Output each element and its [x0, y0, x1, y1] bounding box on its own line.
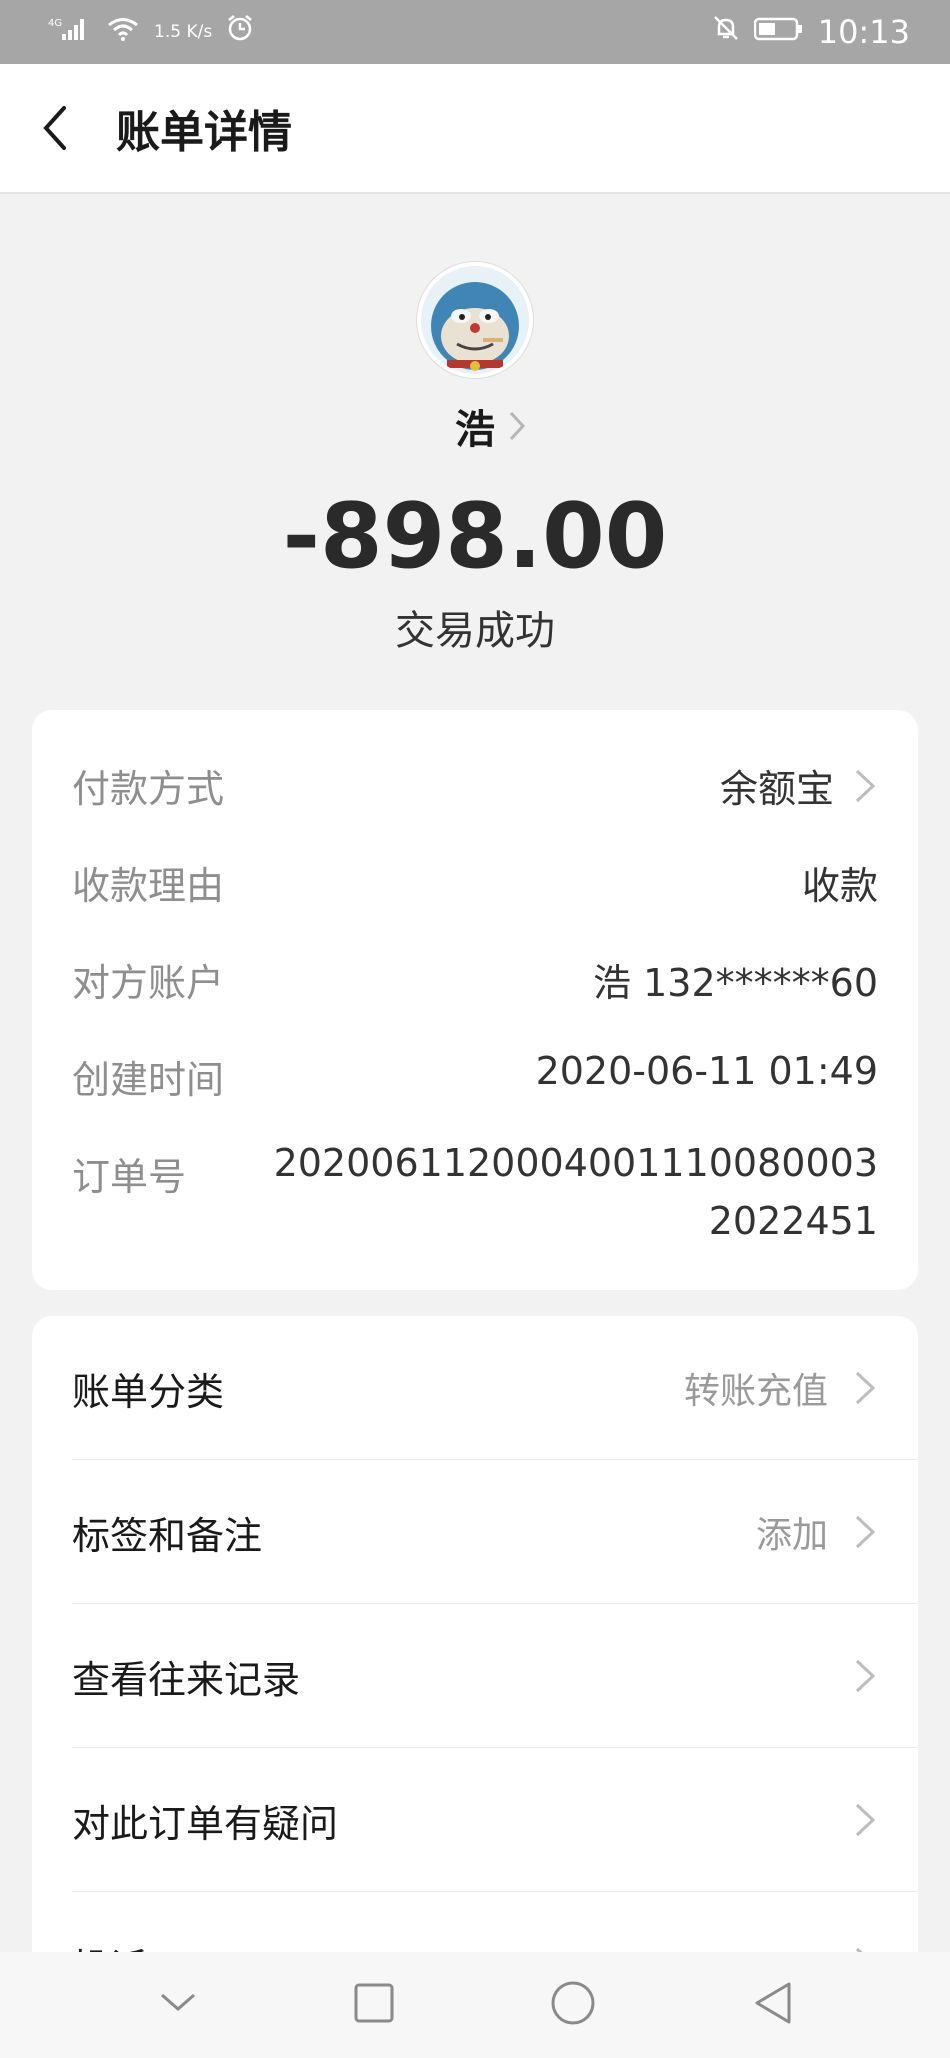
- page-title: 账单详情: [116, 107, 292, 158]
- battery-icon: [753, 15, 804, 50]
- order-number: 20200611200040011100800032022451: [273, 1141, 878, 1243]
- detail-row-reason: 收款理由 收款: [32, 843, 918, 940]
- detail-value: 2020-06-11 01:49: [535, 1049, 878, 1093]
- transaction-status: 交易成功: [395, 608, 555, 654]
- nav-bar: 账单详情: [0, 64, 950, 194]
- clock: 10:13: [817, 13, 910, 51]
- menu-label: 账单分类: [72, 1369, 225, 1414]
- back-button[interactable]: [0, 63, 110, 193]
- transaction-amount: -898.00: [282, 484, 668, 589]
- chevron-right-icon: [855, 1659, 876, 1693]
- detail-row-order-number: 订单号 20200611200040011100800032022451: [32, 1134, 918, 1294]
- detail-label: 收款理由: [72, 864, 225, 908]
- menu-item-history[interactable]: 查看往来记录: [32, 1604, 918, 1748]
- detail-value: 浩 132******60: [593, 961, 878, 1005]
- status-left: 4G 1.5 K/s: [48, 14, 254, 50]
- status-bar: 4G 1.5 K/s 10:13: [0, 0, 950, 64]
- avatar[interactable]: [417, 262, 533, 378]
- menu-label: 标签和备注: [72, 1513, 263, 1558]
- chevron-right-icon: [855, 1371, 876, 1405]
- payee-summary: 浩 -898.00 交易成功: [0, 262, 950, 656]
- detail-value: 余额宝: [719, 767, 834, 811]
- menu-value: 添加: [755, 1515, 828, 1556]
- chevron-right-icon: [495, 398, 539, 454]
- svg-text:4G: 4G: [48, 18, 62, 29]
- menu-label: 查看往来记录: [72, 1657, 301, 1702]
- menu-item-tags-notes[interactable]: 标签和备注 添加: [32, 1460, 918, 1604]
- avatar-image: [421, 266, 529, 374]
- detail-row-created-time: 创建时间 2020-06-11 01:49: [32, 1037, 918, 1134]
- menu-label: 对此订单有疑问: [72, 1801, 339, 1846]
- system-nav-bar: [0, 1952, 950, 2058]
- detail-row-payment-method[interactable]: 付款方式 余额宝: [32, 746, 918, 843]
- back-triangle-icon[interactable]: [751, 1980, 793, 2030]
- detail-label: 创建时间: [72, 1058, 225, 1102]
- back-arrow-icon: [43, 106, 66, 150]
- payee-name: 浩: [455, 407, 495, 453]
- detail-label: 订单号: [72, 1155, 187, 1199]
- alarm-icon: [226, 14, 254, 50]
- wifi-icon: [106, 15, 140, 50]
- payee-name-row[interactable]: 浩: [0, 398, 950, 454]
- chevron-right-icon: [855, 1515, 876, 1549]
- collapse-down-icon[interactable]: [158, 1991, 198, 2019]
- menu-item-bill-category[interactable]: 账单分类 转账充值: [32, 1316, 918, 1460]
- menu-item-order-question[interactable]: 对此订单有疑问: [32, 1748, 918, 1892]
- mute-icon: [712, 14, 740, 50]
- network-speed: 1.5 K/s: [154, 21, 213, 42]
- detail-value: 收款: [801, 864, 878, 908]
- home-circle-icon[interactable]: [550, 1980, 596, 2030]
- signal-icon: 4G: [48, 15, 92, 50]
- actions-card: 账单分类 转账充值 标签和备注 添加 查看往来记录 对此订单有疑问 投诉: [32, 1316, 918, 1996]
- detail-label: 对方账户: [72, 961, 225, 1005]
- menu-value: 转账充值: [683, 1371, 828, 1412]
- chevron-right-icon: [855, 769, 876, 802]
- detail-row-counterparty: 对方账户 浩 132******60: [32, 940, 918, 1037]
- status-right: 10:13: [712, 13, 910, 51]
- chevron-right-icon: [855, 1803, 876, 1837]
- details-card: 付款方式 余额宝 收款理由 收款 对方账户 浩 132******60 创建时间…: [32, 710, 918, 1290]
- detail-label: 付款方式: [72, 767, 225, 811]
- recents-square-icon[interactable]: [353, 1982, 395, 2028]
